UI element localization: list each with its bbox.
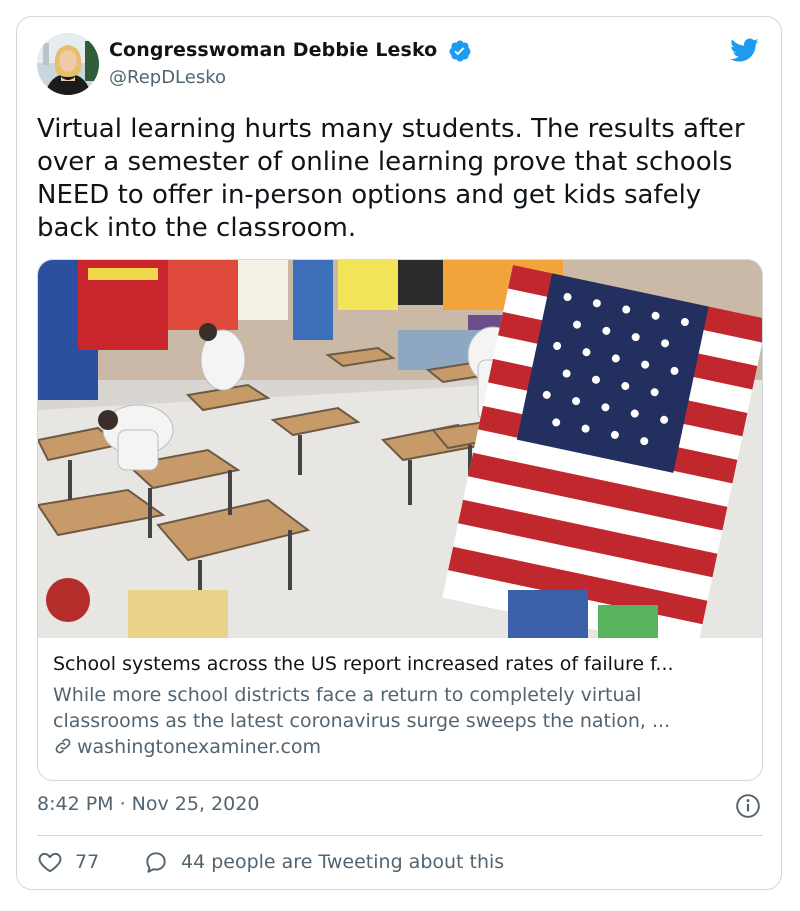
link-title: School systems across the US report incr… bbox=[53, 653, 674, 675]
link-icon bbox=[55, 738, 71, 754]
author-handle[interactable]: @RepDLesko bbox=[109, 67, 226, 88]
reply-text: 44 people are Tweeting about this bbox=[181, 851, 505, 873]
like-count: 77 bbox=[75, 851, 100, 873]
link-preview-card[interactable]: School systems across the US report incr… bbox=[37, 259, 763, 781]
reply-button[interactable]: 44 people are Tweeting about this bbox=[143, 849, 504, 875]
tweet-card: Congresswoman Debbie Lesko @RepDLesko Vi… bbox=[16, 16, 782, 890]
link-domain-row: washingtonexaminer.com bbox=[53, 736, 321, 758]
tweet-timestamp[interactable]: 8:42 PM · Nov 25, 2020 bbox=[37, 793, 259, 815]
info-icon[interactable] bbox=[735, 793, 761, 819]
heart-icon bbox=[38, 852, 62, 873]
tweet-text: Virtual learning hurts many students. Th… bbox=[37, 114, 745, 243]
author-name[interactable]: Congresswoman Debbie Lesko bbox=[109, 39, 437, 61]
like-button[interactable]: 77 bbox=[37, 849, 99, 875]
divider bbox=[37, 835, 763, 836]
speech-bubble-icon bbox=[146, 852, 166, 873]
classroom-photo bbox=[38, 260, 762, 638]
verified-badge-icon bbox=[449, 40, 471, 62]
twitter-bird-icon[interactable] bbox=[727, 35, 761, 65]
link-domain: washingtonexaminer.com bbox=[77, 736, 322, 758]
link-description: While more school districts face a retur… bbox=[53, 684, 671, 732]
avatar[interactable] bbox=[37, 33, 99, 95]
